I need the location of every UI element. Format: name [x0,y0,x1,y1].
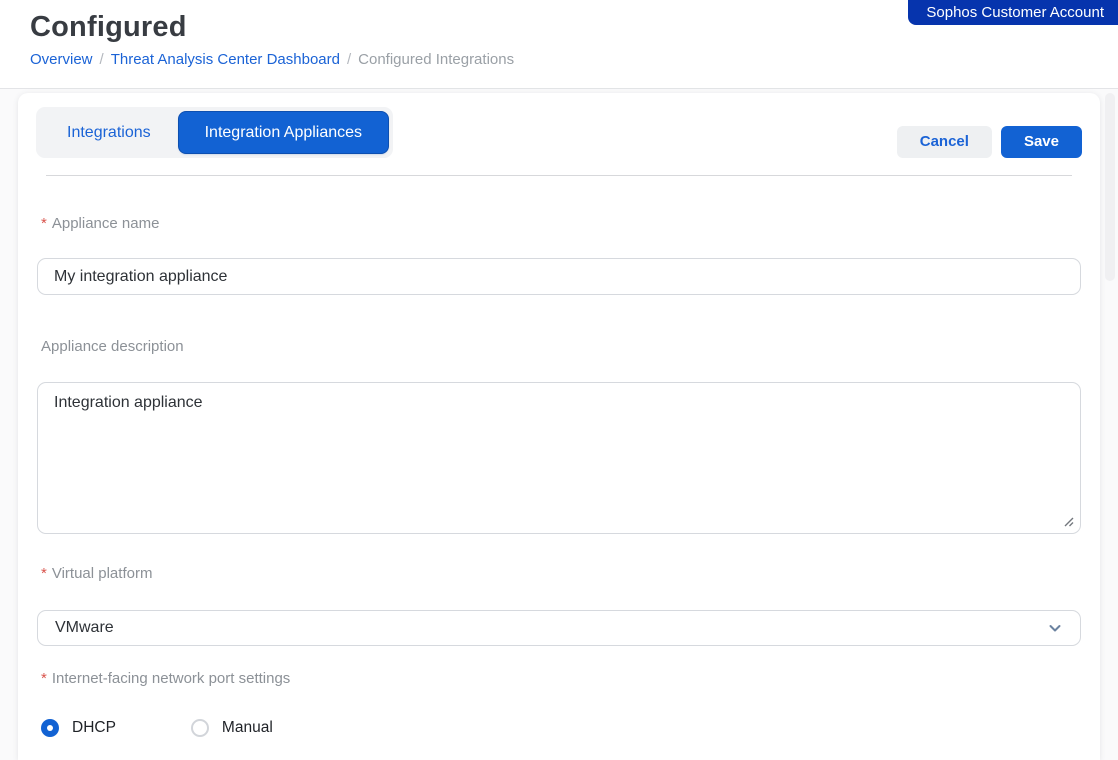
radio-dhcp[interactable]: DHCP [41,719,116,737]
tab-group: Integrations Integration Appliances [36,107,393,158]
radio-manual[interactable]: Manual [191,719,273,737]
appliance-description-label: Appliance description [37,338,1081,355]
radio-dhcp-circle[interactable] [41,719,59,737]
breadcrumb: Overview / Threat Analysis Center Dashboar… [0,44,1118,68]
required-marker: * [41,670,47,687]
radio-manual-circle[interactable] [191,719,209,737]
network-port-label: *Internet-facing network port settings [37,670,1081,687]
appliance-form: *Appliance name Appliance description In… [36,215,1082,737]
virtual-platform-select[interactable]: VMware [37,610,1081,646]
account-badge[interactable]: Sophos Customer Account [908,0,1118,25]
breadcrumb-separator: / [347,51,351,68]
virtual-platform-value: VMware [55,619,114,637]
tab-integration-appliances[interactable]: Integration Appliances [179,112,388,153]
appliance-name-label: *Appliance name [37,215,1081,232]
content-card: Integrations Integration Appliances Canc… [18,93,1100,760]
radio-dhcp-label[interactable]: DHCP [72,719,116,737]
breadcrumb-link-overview[interactable]: Overview [30,51,93,68]
breadcrumb-link-threat-analysis-center-dashboard[interactable]: Threat Analysis Center Dashboard [111,51,340,68]
vertical-scrollbar-thumb[interactable] [1105,93,1115,281]
save-button[interactable]: Save [1001,126,1082,158]
tab-integrations[interactable]: Integrations [41,112,177,153]
resize-handle-icon[interactable] [1062,515,1074,527]
radio-manual-label[interactable]: Manual [222,719,273,737]
appliance-description-textarea[interactable]: Integration appliance [37,382,1081,534]
chevron-down-icon [1047,620,1063,636]
appliance-name-input[interactable] [37,258,1081,295]
virtual-platform-label: *Virtual platform [37,565,1081,582]
required-marker: * [41,565,47,582]
content-area: Integrations Integration Appliances Canc… [0,89,1118,760]
appliance-description-wrap: Integration appliance [37,382,1081,534]
breadcrumb-current: Configured Integrations [358,51,514,68]
required-marker: * [41,215,47,232]
cancel-button[interactable]: Cancel [897,126,992,158]
divider [46,175,1072,176]
network-port-options: DHCP Manual [37,719,1081,737]
action-buttons: Cancel Save [897,107,1082,158]
breadcrumb-separator: / [100,51,104,68]
page-header: Sophos Customer Account Configured Overv… [0,0,1118,89]
toolbar: Integrations Integration Appliances Canc… [36,93,1082,158]
